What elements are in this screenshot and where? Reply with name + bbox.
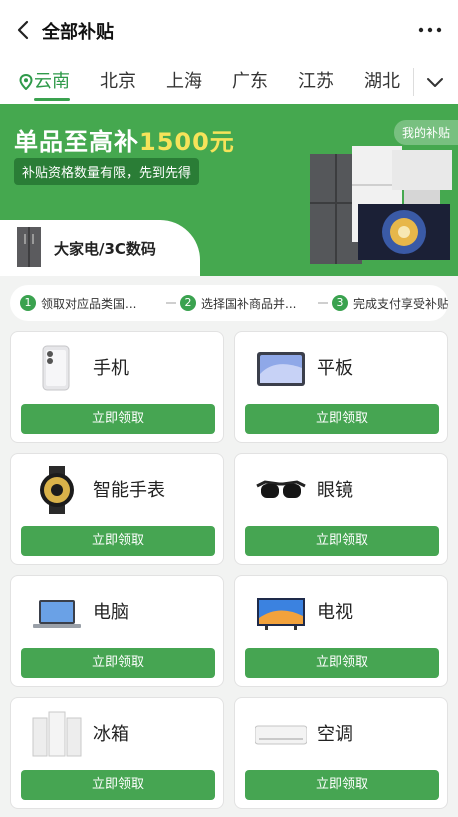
- top-bar: 全部补贴: [0, 0, 458, 60]
- step-text: 领取对应品类国...: [41, 296, 137, 311]
- claim-button[interactable]: 立即领取: [21, 526, 215, 556]
- tab-beijing[interactable]: 北京: [100, 68, 136, 96]
- back-arrow-icon[interactable]: [12, 18, 36, 42]
- product-card-glasses[interactable]: 眼镜 立即领取: [234, 453, 448, 565]
- banner-subtitle: 补贴资格数量有限，先到先得: [14, 158, 200, 185]
- product-card-fridge[interactable]: 冰箱 立即领取: [10, 697, 224, 809]
- claim-button[interactable]: 立即领取: [21, 648, 215, 678]
- step-separator: [166, 302, 176, 304]
- claim-button[interactable]: 立即领取: [245, 526, 439, 556]
- laptop-icon: [33, 600, 81, 628]
- step-2: 2 选择国补商品并...: [180, 285, 296, 321]
- product-name: 平板: [317, 358, 353, 379]
- step-number: 2: [180, 295, 196, 311]
- product-card-smartwatch[interactable]: 智能手表 立即领取: [10, 453, 224, 565]
- steps-bar: 1 领取对应品类国... 2 选择国补商品并... 3 完成支付享受补贴: [10, 285, 448, 321]
- location-pin-icon: [19, 74, 33, 90]
- appliances-illustration: [310, 146, 452, 264]
- headline-amount: 1500元: [139, 128, 235, 156]
- product-card-aircon[interactable]: 空调 立即领取: [234, 697, 448, 809]
- step-1: 1 领取对应品类国...: [20, 285, 136, 321]
- claim-button[interactable]: 立即领取: [21, 404, 215, 434]
- tablet-icon: [257, 352, 305, 386]
- fridges-icon: [32, 711, 82, 757]
- step-separator: [318, 302, 328, 304]
- claim-button[interactable]: 立即领取: [21, 770, 215, 800]
- region-tabs: 云南 北京 上海 广东 江苏 湖北: [0, 60, 458, 104]
- headline-prefix: 单品至高补: [14, 128, 139, 156]
- tab-shanghai[interactable]: 上海: [166, 68, 202, 96]
- step-number: 1: [20, 295, 36, 311]
- claim-button[interactable]: 立即领取: [245, 404, 439, 434]
- more-options-icon[interactable]: [416, 18, 444, 42]
- product-name: 手机: [93, 358, 129, 379]
- product-card-computer[interactable]: 电脑 立即领取: [10, 575, 224, 687]
- tab-yunnan[interactable]: 云南: [34, 68, 70, 96]
- fridge-icon: [17, 227, 41, 267]
- claim-button[interactable]: 立即领取: [245, 770, 439, 800]
- phone-icon: [42, 345, 70, 391]
- product-name: 冰箱: [93, 724, 129, 745]
- product-name: 智能手表: [93, 480, 165, 501]
- step-number: 3: [332, 295, 348, 311]
- tab-guangdong[interactable]: 广东: [232, 68, 268, 96]
- chevron-down-icon[interactable]: [422, 70, 448, 94]
- glasses-icon: [256, 480, 306, 498]
- product-name: 眼镜: [317, 480, 353, 501]
- page-title: 全部补贴: [42, 22, 114, 43]
- my-subsidy-button[interactable]: 我的补贴: [393, 120, 458, 145]
- tabs-divider: [413, 68, 414, 96]
- tab-jiangsu[interactable]: 江苏: [298, 68, 334, 96]
- product-card-tv[interactable]: 电视 立即领取: [234, 575, 448, 687]
- product-card-phone[interactable]: 手机 立即领取: [10, 331, 224, 443]
- banner-headline: 单品至高补1500元: [14, 122, 235, 157]
- step-text: 完成支付享受补贴: [353, 296, 448, 311]
- product-name: 电视: [317, 602, 353, 623]
- product-name: 电脑: [93, 602, 129, 623]
- tab-hubei[interactable]: 湖北: [364, 68, 400, 96]
- tv-icon: [257, 598, 305, 630]
- air-conditioner-icon: [255, 725, 307, 745]
- smartwatch-icon: [40, 466, 74, 514]
- product-card-tablet[interactable]: 平板 立即领取: [234, 331, 448, 443]
- category-label: 大家电/3C数码: [54, 240, 156, 258]
- promo-banner[interactable]: 单品至高补1500元 补贴资格数量有限，先到先得 我的补贴 大家电/3C数码: [0, 104, 458, 276]
- active-tab-indicator: [34, 98, 70, 101]
- step-3: 3 完成支付享受补贴: [332, 285, 448, 321]
- step-text: 选择国补商品并...: [201, 296, 297, 311]
- claim-button[interactable]: 立即领取: [245, 648, 439, 678]
- product-name: 空调: [317, 724, 353, 745]
